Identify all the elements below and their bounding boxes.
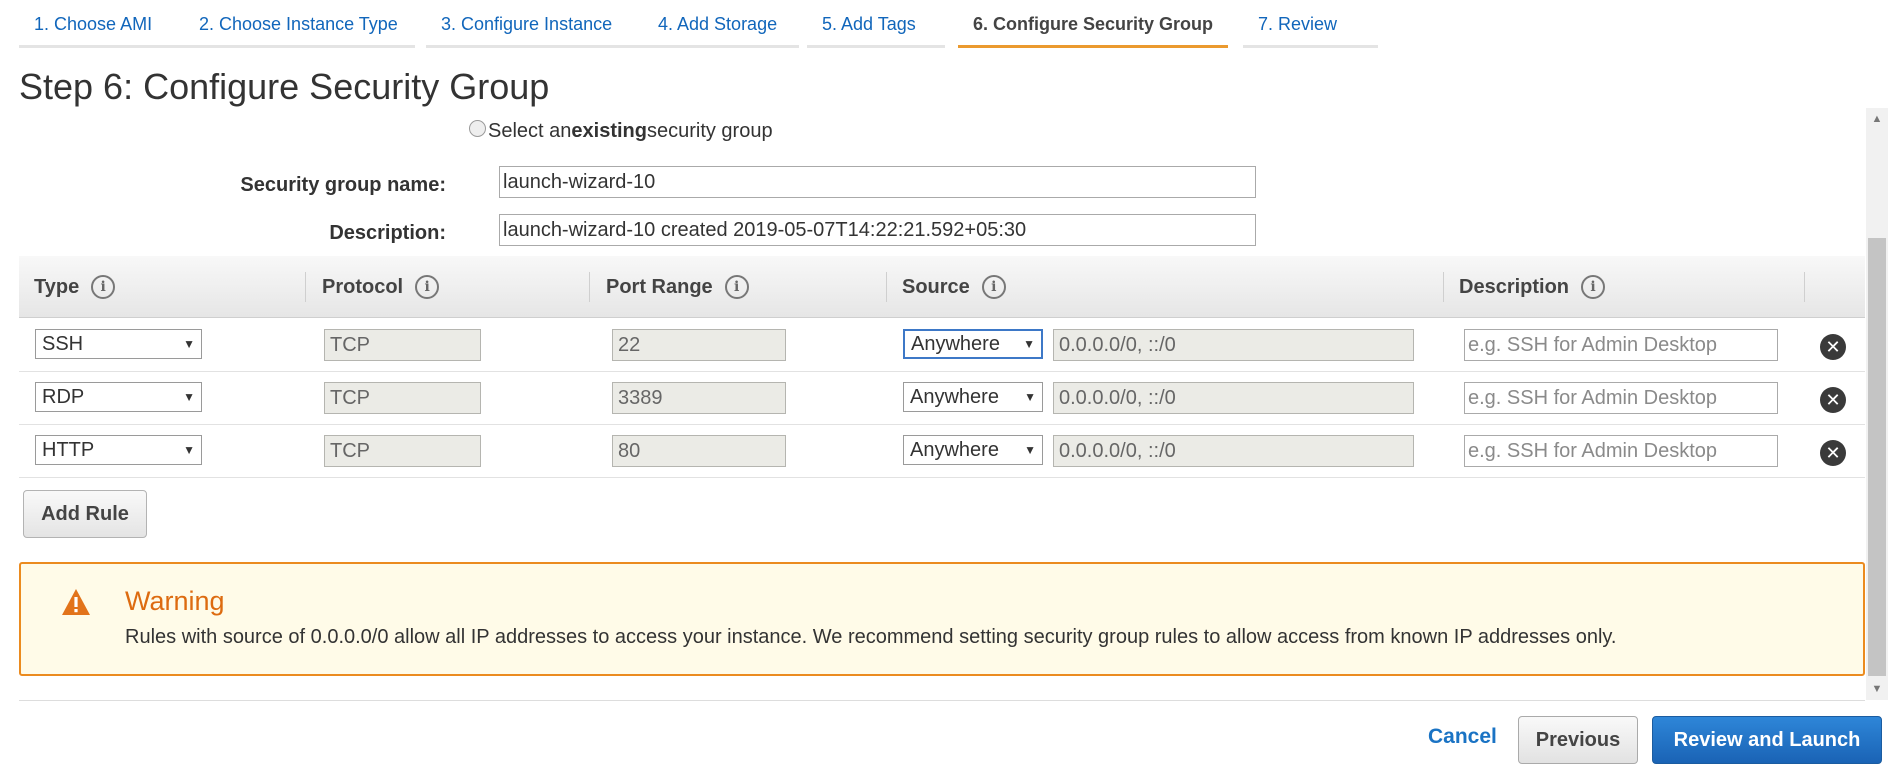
source-select-value: Anywhere xyxy=(910,386,999,408)
source-select-value: Anywhere xyxy=(911,333,1000,355)
source-select-value: Anywhere xyxy=(910,439,999,461)
header-protocol: Protocol i xyxy=(322,256,440,318)
caret-down-icon: ▼ xyxy=(1024,443,1036,457)
port-range-field: 80 xyxy=(612,435,786,467)
warning-message: Rules with source of 0.0.0.0/0 allow all… xyxy=(125,626,1617,648)
remove-rule-icon[interactable]: ✕ xyxy=(1820,387,1846,413)
header-divider xyxy=(305,272,306,302)
type-select[interactable]: HTTP ▼ xyxy=(35,435,202,465)
tab-add-storage[interactable]: 4. Add Storage xyxy=(643,0,799,48)
caret-down-icon: ▼ xyxy=(183,390,195,404)
caret-down-icon: ▼ xyxy=(1024,390,1036,404)
rule-description-input[interactable] xyxy=(1464,435,1778,467)
table-row: RDP ▼ TCP 3389 Anywhere ▼ 0.0.0.0/0, ::/… xyxy=(19,372,1865,425)
caret-down-icon: ▼ xyxy=(1023,337,1035,351)
warning-title: Warning xyxy=(125,586,225,616)
security-group-description-label: Description: xyxy=(329,222,446,244)
protocol-field: TCP xyxy=(324,435,481,467)
header-description: Description i xyxy=(1459,256,1606,318)
tab-review[interactable]: 7. Review xyxy=(1243,0,1378,48)
info-icon[interactable]: i xyxy=(415,275,440,299)
header-type: Type i xyxy=(34,256,116,318)
warning-alert: Warning Rules with source of 0.0.0.0/0 a… xyxy=(19,562,1865,676)
vertical-scrollbar[interactable]: ▲ ▼ xyxy=(1866,108,1888,700)
info-icon[interactable]: i xyxy=(981,275,1006,299)
scroll-up-icon[interactable]: ▲ xyxy=(1866,108,1888,130)
table-row: SSH ▼ TCP 22 Anywhere ▼ 0.0.0.0/0, ::/0 … xyxy=(19,319,1865,372)
rule-description-input[interactable] xyxy=(1464,329,1778,361)
table-row: HTTP ▼ TCP 80 Anywhere ▼ 0.0.0.0/0, ::/0… xyxy=(19,425,1865,478)
security-group-name-label: Security group name: xyxy=(240,174,446,196)
rules-table-header: Type i Protocol i Port Range i Source i … xyxy=(19,256,1865,318)
header-source-label: Source xyxy=(902,276,970,298)
scrollbar-thumb[interactable] xyxy=(1868,238,1886,676)
remove-rule-icon[interactable]: ✕ xyxy=(1820,334,1846,360)
header-port-range-label: Port Range xyxy=(606,276,713,298)
type-select-value: RDP xyxy=(42,386,85,408)
add-rule-button[interactable]: Add Rule xyxy=(23,490,147,538)
info-icon[interactable]: i xyxy=(1581,275,1606,299)
previous-button[interactable]: Previous xyxy=(1518,716,1638,764)
type-select-value: SSH xyxy=(42,333,84,355)
port-range-field: 22 xyxy=(612,329,786,361)
tab-choose-instance-type[interactable]: 2. Choose Instance Type xyxy=(184,0,415,48)
type-select[interactable]: RDP ▼ xyxy=(35,382,202,412)
tab-configure-instance[interactable]: 3. Configure Instance xyxy=(426,0,650,48)
type-select[interactable]: SSH ▼ xyxy=(35,329,202,359)
header-description-label: Description xyxy=(1459,276,1570,298)
existing-group-radio[interactable] xyxy=(469,120,486,137)
existing-group-option[interactable]: Select an existing security group xyxy=(469,120,773,143)
source-select[interactable]: Anywhere ▼ xyxy=(903,382,1043,412)
port-range-field: 3389 xyxy=(612,382,786,414)
footer-divider xyxy=(19,700,1865,701)
header-protocol-label: Protocol xyxy=(322,276,404,298)
header-divider xyxy=(589,272,590,302)
cancel-link[interactable]: Cancel xyxy=(1428,725,1497,749)
page-title: Step 6: Configure Security Group xyxy=(19,66,550,107)
content-scroll-area: Select an existing security group Securi… xyxy=(19,108,1865,700)
caret-down-icon: ▼ xyxy=(183,443,195,457)
review-and-launch-button[interactable]: Review and Launch xyxy=(1652,716,1882,764)
header-type-label: Type xyxy=(34,276,80,298)
existing-group-label-prefix: Select an xyxy=(488,120,572,142)
existing-group-label-suffix: security group xyxy=(646,120,773,142)
source-select[interactable]: Anywhere ▼ xyxy=(903,329,1043,359)
type-select-value: HTTP xyxy=(42,439,95,461)
security-group-description-input[interactable] xyxy=(499,214,1256,246)
header-divider xyxy=(1804,272,1805,302)
info-icon[interactable]: i xyxy=(724,275,749,299)
scroll-down-icon[interactable]: ▼ xyxy=(1866,678,1888,700)
tab-configure-security-group[interactable]: 6. Configure Security Group xyxy=(958,0,1228,48)
remove-rule-icon[interactable]: ✕ xyxy=(1820,440,1846,466)
warning-icon xyxy=(62,589,90,615)
protocol-field: TCP xyxy=(324,382,481,414)
source-cidr-field[interactable]: 0.0.0.0/0, ::/0 xyxy=(1053,329,1414,361)
source-select[interactable]: Anywhere ▼ xyxy=(903,435,1043,465)
existing-group-label-emphasis: existing xyxy=(571,120,647,142)
info-icon[interactable]: i xyxy=(91,275,116,299)
header-divider xyxy=(1443,272,1444,302)
rule-description-input[interactable] xyxy=(1464,382,1778,414)
header-port-range: Port Range i xyxy=(606,256,749,318)
header-divider xyxy=(886,272,887,302)
protocol-field: TCP xyxy=(324,329,481,361)
source-cidr-field[interactable]: 0.0.0.0/0, ::/0 xyxy=(1053,435,1414,467)
security-group-name-input[interactable] xyxy=(499,166,1256,198)
tab-add-tags[interactable]: 5. Add Tags xyxy=(807,0,945,48)
caret-down-icon: ▼ xyxy=(183,337,195,351)
tab-choose-ami[interactable]: 1. Choose AMI xyxy=(19,0,186,48)
header-source: Source i xyxy=(902,256,1006,318)
source-cidr-field[interactable]: 0.0.0.0/0, ::/0 xyxy=(1053,382,1414,414)
